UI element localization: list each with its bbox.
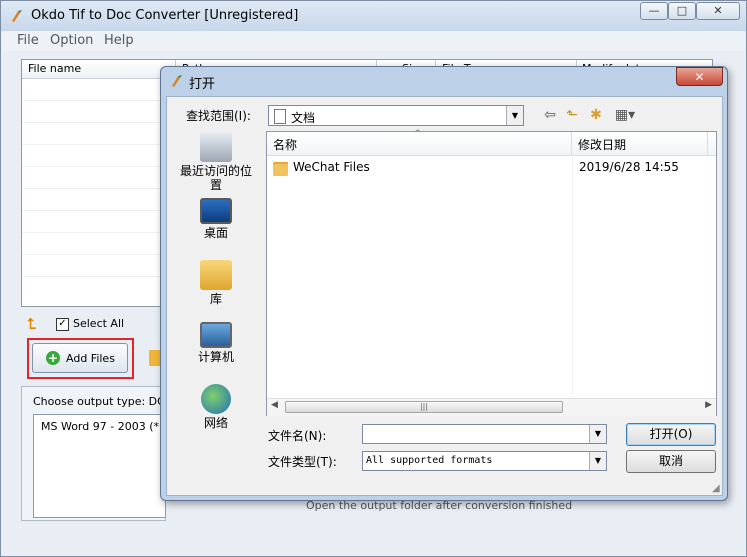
scroll-right-icon[interactable]: ▶ (705, 400, 712, 410)
places-bar: 最近访问的位置 桌面 库 计算机 网络 (166, 128, 266, 430)
recent-places-icon (200, 132, 232, 162)
file-name-label: 文件名(N): (268, 429, 327, 443)
computer-icon (200, 322, 232, 348)
col-file-name[interactable]: File name (28, 62, 81, 75)
place-desktop[interactable]: 桌面 (166, 198, 266, 240)
maximize-button[interactable]: □ (668, 2, 696, 20)
look-in-label: 查找范围(I): (186, 109, 251, 123)
file-browser-list[interactable]: ^ 名称 修改日期 WeChat Files 2019/6/28 14:55 ◀… (266, 129, 717, 416)
new-folder-icon[interactable]: ✱ (586, 106, 606, 124)
file-date: 2019/6/28 14:55 (579, 160, 679, 174)
place-recent-label: 最近访问的位置 (179, 164, 252, 192)
add-files-button[interactable]: + Add Files (32, 343, 128, 373)
app-icon (12, 10, 22, 22)
place-recent[interactable]: 最近访问的位置 (166, 132, 266, 192)
horizontal-scrollbar[interactable]: ◀ ||| ▶ (267, 398, 716, 416)
select-all-label: Select All (73, 317, 125, 330)
document-icon (274, 109, 286, 124)
folder-icon (273, 162, 288, 176)
minimize-button[interactable]: — (640, 2, 668, 20)
chevron-down-icon[interactable]: ▼ (589, 452, 606, 470)
col-date[interactable]: 修改日期 (578, 136, 626, 153)
place-computer[interactable]: 计算机 (166, 322, 266, 364)
resize-grip-icon[interactable]: ◢ (712, 483, 720, 494)
move-up-icon[interactable]: ⮤ (27, 317, 45, 332)
place-library[interactable]: 库 (166, 260, 266, 306)
place-library-label: 库 (209, 292, 222, 306)
dialog-close-button[interactable]: ✕ (676, 67, 723, 86)
open-button[interactable]: 打开(O) (626, 423, 716, 446)
output-type-item[interactable]: MS Word 97 - 2003 (* (41, 420, 159, 433)
add-files-label: Add Files (66, 352, 115, 365)
file-name: WeChat Files (293, 160, 370, 174)
dialog-title: 打开 (189, 77, 216, 92)
plus-icon: + (46, 351, 60, 365)
file-row[interactable]: WeChat Files 2019/6/28 14:55 (273, 160, 713, 178)
file-type-select[interactable]: All supported formats ▼ (362, 451, 607, 471)
scroll-thumb[interactable]: ||| (285, 401, 563, 413)
look-in-value: 文档 (291, 111, 316, 125)
file-browser-header: ^ 名称 修改日期 (267, 129, 716, 156)
chevron-down-icon[interactable]: ▼ (589, 425, 606, 443)
file-type-value: All supported formats (366, 455, 493, 466)
network-icon (201, 384, 231, 414)
place-desktop-label: 桌面 (203, 226, 228, 240)
col-name[interactable]: 名称 (273, 136, 297, 153)
look-in-combo[interactable]: 文档 ▼ (268, 105, 524, 126)
view-menu-icon[interactable]: ▦▾ (610, 106, 640, 124)
dialog-icon (172, 75, 182, 87)
place-computer-label: 计算机 (197, 350, 234, 364)
back-icon[interactable]: ⇦ (540, 106, 560, 124)
file-name-input[interactable]: ▼ (362, 424, 607, 444)
place-network[interactable]: 网络 (166, 384, 266, 430)
output-type-label: Choose output type: DOC (33, 395, 174, 408)
menu-file[interactable]: File (17, 33, 39, 48)
cancel-button[interactable]: 取消 (626, 450, 716, 473)
main-title-bar[interactable]: Okdo Tif to Doc Converter [Unregistered]… (1, 1, 746, 31)
menu-option[interactable]: Option (50, 33, 93, 48)
sort-caret-icon: ^ (414, 129, 422, 139)
select-all-checkbox[interactable]: ✓ (56, 318, 69, 331)
close-button[interactable]: ✕ (696, 2, 740, 20)
library-icon (200, 260, 232, 290)
menu-bar: File Option Help (2, 31, 745, 51)
file-type-label: 文件类型(T): (268, 455, 337, 469)
chevron-down-icon[interactable]: ▼ (506, 106, 523, 125)
menu-help[interactable]: Help (104, 33, 134, 48)
place-network-label: 网络 (203, 416, 228, 430)
up-folder-icon[interactable]: ⬑ (562, 106, 582, 124)
desktop-icon (200, 198, 232, 224)
window-title: Okdo Tif to Doc Converter [Unregistered] (31, 8, 299, 23)
scroll-left-icon[interactable]: ◀ (271, 400, 278, 410)
